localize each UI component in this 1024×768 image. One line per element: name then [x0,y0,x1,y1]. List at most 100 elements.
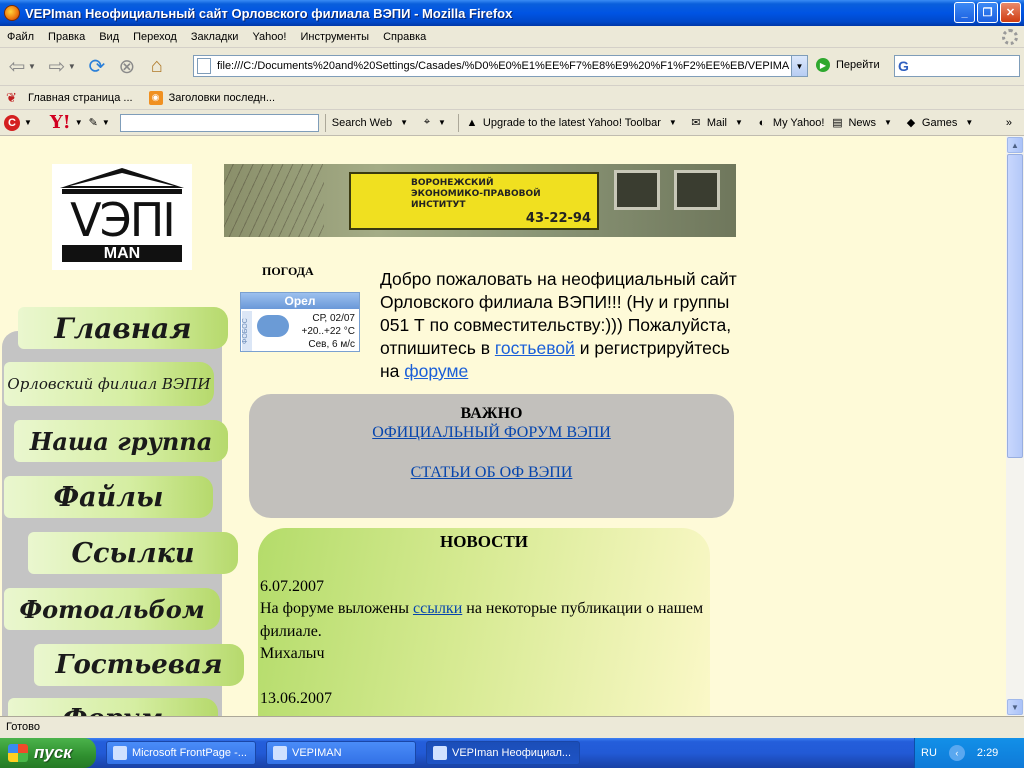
dropdown-icon[interactable]: ▼ [669,118,677,127]
bookmarks-toolbar: ❦ Главная страница ... ◉ Заголовки после… [0,86,1024,110]
dropdown-icon[interactable]: ▼ [884,118,892,127]
back-dropdown-icon[interactable]: ▼ [28,62,36,71]
forward-dropdown-icon[interactable]: ▼ [68,62,76,71]
firefox-icon [433,746,447,760]
upgrade-button[interactable]: ▲ Upgrade to the latest Yahoo! Toolbar ▼ [465,116,683,130]
taskbar: пуск Microsoft FrontPage -... VEPIMAN VE… [0,738,1024,768]
go-button[interactable]: ▶ Перейти [816,58,880,72]
firefox-icon [4,5,20,21]
language-indicator[interactable]: RU [921,747,937,759]
menu-go[interactable]: Переход [126,31,184,43]
status-bar: Готово [0,716,1024,738]
bookmark-headlines[interactable]: ◉ Заголовки последн... [148,90,275,105]
taskbar-item-firefox[interactable]: VEPIman Неофициал... [426,741,580,765]
yahoo-logo-icon[interactable]: Y! [50,112,71,133]
articles-link[interactable]: СТАТЬИ ОБ ОФ ВЭПИ [411,464,573,481]
yahoo-toolbar: C ▼ Y! ▼ ✎ ▼ Search Web ▼ ⌖ ▼ ▲ Upgrade … [0,110,1024,136]
bookmark-icon: ❦ [6,89,17,105]
nav-files[interactable]: Файлы [4,476,213,518]
my-yahoo-icon: ◐ [758,116,766,129]
start-label: пуск [34,743,72,762]
dropdown-icon[interactable]: ▼ [965,118,973,127]
forum-link[interactable]: форуме [404,361,468,381]
search-web-button[interactable]: Search Web ▼ [332,117,414,129]
stop-button[interactable]: ⊗ [114,54,140,80]
url-text[interactable]: file:///C:/Documents%20and%20Settings/Ca… [217,60,791,72]
weather-temp: +20..+22 °С [301,326,355,337]
go-icon: ▶ [816,58,830,72]
dropdown-icon[interactable]: ▼ [102,118,110,127]
clock[interactable]: 2:29 [977,747,998,759]
header-banner-image: ВОРОНЕЖСКИЙ ЭКОНОМИКО-ПРАВОВОЙ ИНСТИТУТ … [224,164,736,237]
google-icon[interactable]: G [898,58,909,74]
forward-button[interactable]: ⇨ [44,54,70,80]
start-button[interactable]: пуск [0,738,96,768]
weather-details: СР, 02/07 +20..+22 °С Сев, 6 м/с [302,312,355,351]
back-button[interactable]: ⇦ [4,54,30,80]
reload-button[interactable]: ⟳ [84,54,110,80]
home-button[interactable]: ⌂ [144,54,170,80]
menu-file[interactable]: Файл [0,31,41,43]
mail-button[interactable]: ✉ Mail ▼ [689,116,749,130]
banner-sign: ВОРОНЕЖСКИЙ ЭКОНОМИКО-ПРАВОВОЙ ИНСТИТУТ … [349,172,599,230]
guestbook-link[interactable]: гостьевой [495,338,575,358]
banner-window [674,170,720,210]
games-label: Games [921,116,958,129]
pencil-icon[interactable]: ✎ [89,116,98,129]
scroll-down-icon[interactable]: ▼ [1007,699,1023,715]
taskbar-item-frontpage[interactable]: Microsoft FrontPage -... [106,741,256,765]
taskbar-item-folder[interactable]: VEPIMAN [266,741,416,765]
title-bar[interactable]: VEPIman Неофициальный сайт Орловского фи… [0,0,1024,26]
menu-tools[interactable]: Инструменты [294,31,377,43]
task-label: Microsoft FrontPage -... [132,747,247,759]
minimize-button[interactable]: _ [954,2,975,23]
nav-guestbook[interactable]: Гостьевая [34,644,244,686]
dropdown-icon[interactable]: ▼ [735,118,743,127]
news-date: 13.06.2007 [260,689,332,707]
nav-photo-album[interactable]: Фотоальбом [4,588,220,630]
menu-yahoo[interactable]: Yahoo! [245,31,293,43]
banner-line: ВОРОНЕЖСКИЙ [411,178,494,188]
close-button[interactable]: ✕ [1000,2,1021,23]
status-text: Готово [6,721,40,733]
address-bar[interactable]: file:///C:/Documents%20and%20Settings/Ca… [193,55,808,77]
games-icon: ◆ [906,117,916,129]
games-button[interactable]: ◆ Games ▼ [904,116,979,130]
news-heading: НОВОСТИ [439,532,529,551]
nav-forum[interactable]: Форум [8,698,218,716]
bookmark-home[interactable]: ❦ Главная страница ... [6,89,133,105]
dropdown-icon[interactable]: ▼ [438,118,446,127]
menu-view[interactable]: Вид [92,31,126,43]
dropdown-icon[interactable]: ▼ [400,118,408,127]
vertical-scrollbar[interactable]: ▲ ▼ [1006,136,1024,716]
crosshair-icon[interactable]: ⌖ [420,116,434,130]
scroll-up-icon[interactable]: ▲ [1007,137,1023,153]
search-box[interactable]: G [894,55,1020,77]
menu-edit[interactable]: Правка [41,31,92,43]
window-title: VEPIman Неофициальный сайт Орловского фи… [25,5,513,21]
restore-button[interactable]: ❐ [977,2,998,23]
toolbar-overflow-icon[interactable]: » [1006,117,1012,129]
nav-links[interactable]: Ссылки [28,532,238,574]
official-forum-link[interactable]: ОФИЦИАЛЬНЫЙ ФОРУМ ВЭПИ [372,424,611,441]
toolbar-c-icon[interactable]: C [4,114,20,131]
weather-widget[interactable]: Орел ФОБОС СР, 02/07 +20..+22 °С Сев, 6 … [240,292,360,352]
my-yahoo-button[interactable]: ◐ My Yahoo! [755,116,825,130]
separator [324,113,326,132]
url-dropdown-icon[interactable]: ▼ [791,56,807,76]
important-box: ВАЖНО ОФИЦИАЛЬНЫЙ ФОРУМ ВЭПИ СТАТЬИ ОБ О… [249,394,734,518]
scroll-thumb[interactable] [1007,154,1023,458]
banner-phone: 43-22-94 [525,211,591,226]
menu-bookmarks[interactable]: Закладки [184,31,246,43]
nav-our-group[interactable]: Наша группа [14,420,228,462]
nav-filial[interactable]: Орловский филиал ВЭПИ [4,362,214,406]
menu-help[interactable]: Справка [376,31,433,43]
dropdown-icon[interactable]: ▼ [24,118,32,127]
yahoo-search-input[interactable] [119,113,319,132]
dropdown-icon[interactable]: ▼ [75,118,83,127]
news-button[interactable]: ▤ News ▼ [830,116,897,130]
nav-main[interactable]: Главная [18,307,228,349]
rain-cloud-icon [257,315,289,337]
tray-expand-icon[interactable]: ‹ [948,745,965,761]
news-links-link[interactable]: ссылки [413,600,462,617]
